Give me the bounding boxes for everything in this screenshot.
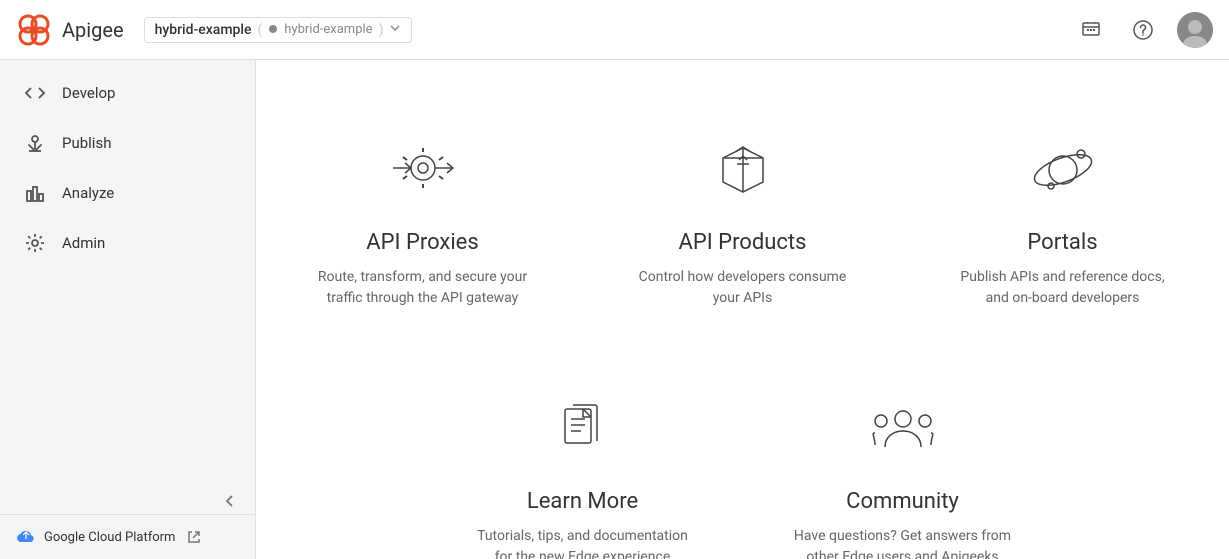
api-products-title: API Products [679,230,807,255]
sidebar-nav: Develop Publish [0,60,255,484]
main-layout: Develop Publish [0,60,1229,559]
logo-area: Apigee [16,12,124,48]
project-separator: ( [257,22,262,38]
project-name: hybrid-example [155,22,252,38]
project-sub-name: hybrid-example [284,22,372,37]
sidebar-collapse-button[interactable] [0,484,255,514]
app-name: Apigee [62,18,124,42]
header-right-actions [1073,12,1213,48]
api-proxies-desc: Route, transform, and secure your traffi… [313,267,533,309]
learn-more-icon [543,389,623,469]
card-learn-more[interactable]: Learn More Tutorials, tips, and document… [423,359,743,559]
sidebar-develop-label: Develop [62,84,115,102]
portals-icon [1023,130,1103,210]
community-title: Community [846,489,959,514]
api-proxies-title: API Proxies [366,230,478,255]
project-selector[interactable]: hybrid-example ( hybrid-example ) [144,17,413,43]
card-api-products[interactable]: API Products Control how developers cons… [583,100,903,359]
learn-more-title: Learn More [527,489,638,514]
bar-chart-icon [24,182,46,204]
publish-icon [24,132,46,154]
card-api-proxies[interactable]: API Proxies Route, transform, and secure… [263,100,583,359]
api-products-desc: Control how developers consume your APIs [633,267,853,309]
sidebar-admin-label: Admin [62,234,105,252]
sidebar-item-admin[interactable]: Admin [0,218,255,268]
main-content: API Proxies Route, transform, and secure… [256,60,1229,559]
external-link-icon [187,530,201,544]
portals-desc: Publish APIs and reference docs, and on-… [953,267,1173,309]
api-proxies-icon [383,130,463,210]
community-desc: Have questions? Get answers from other E… [793,526,1013,559]
notifications-button[interactable] [1073,12,1109,48]
gcp-label: Google Cloud Platform [44,530,175,545]
chevron-down-icon [389,22,401,38]
project-close-paren: ) [379,22,384,38]
sidebar-item-develop[interactable]: Develop [0,68,255,118]
sidebar-publish-label: Publish [62,134,111,152]
community-icon [863,389,943,469]
card-portals[interactable]: Portals Publish APIs and reference docs,… [903,100,1223,359]
app-header: Apigee hybrid-example ( hybrid-example ) [0,0,1229,60]
sidebar-analyze-label: Analyze [62,184,114,202]
code-icon [24,82,46,104]
learn-more-desc: Tutorials, tips, and documentation for t… [473,526,693,559]
settings-icon [24,232,46,254]
top-cards-grid: API Proxies Route, transform, and secure… [263,100,1223,359]
gcp-link[interactable]: Google Cloud Platform [16,527,239,547]
sidebar: Develop Publish [0,60,256,559]
dot-icon [268,22,278,38]
gcp-icon [16,527,36,547]
user-avatar[interactable] [1177,12,1213,48]
gcp-footer: Google Cloud Platform [0,514,255,559]
apigee-logo-icon [16,12,52,48]
bottom-cards-grid: Learn More Tutorials, tips, and document… [263,359,1223,559]
portals-title: Portals [1027,230,1097,255]
card-community[interactable]: Community Have questions? Get answers fr… [743,359,1063,559]
help-button[interactable] [1125,12,1161,48]
sidebar-item-analyze[interactable]: Analyze [0,168,255,218]
sidebar-item-publish[interactable]: Publish [0,118,255,168]
api-products-icon [703,130,783,210]
